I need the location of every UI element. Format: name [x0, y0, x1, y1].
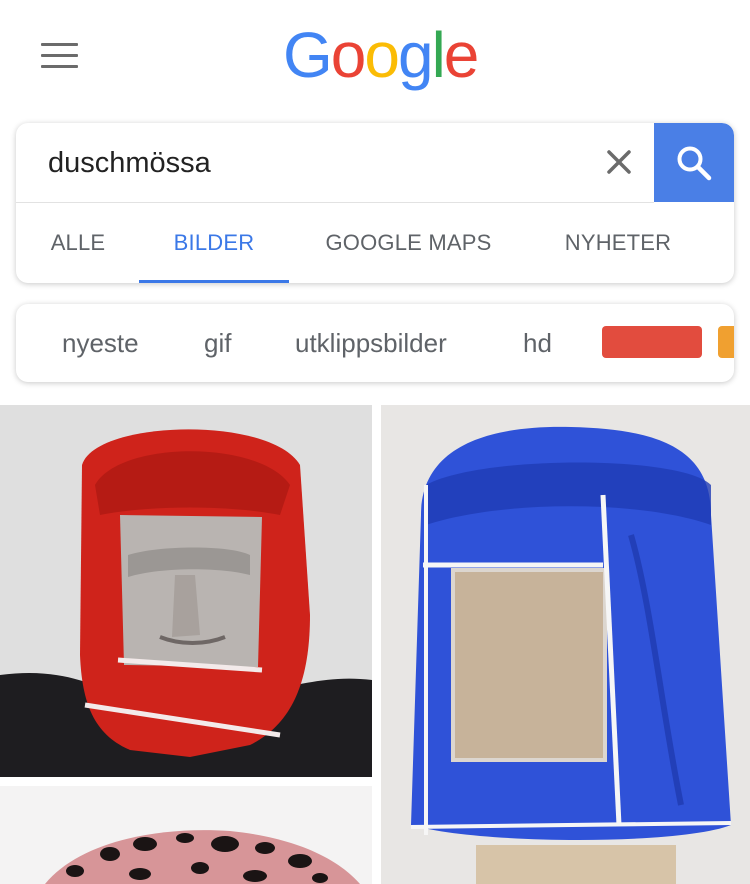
- active-tab-indicator: [139, 280, 289, 283]
- logo-letter: G: [283, 19, 333, 91]
- chip-gif[interactable]: gif: [204, 304, 231, 382]
- chip-utklippsbilder[interactable]: utklippsbilder: [295, 304, 447, 382]
- color-swatch-red[interactable]: [602, 326, 702, 358]
- tab-alle[interactable]: ALLE: [48, 203, 108, 283]
- search-card: ALLE BILDER GOOGLE MAPS NYHETER: [16, 123, 734, 283]
- logo-letter: o: [330, 19, 367, 91]
- menu-line: [41, 43, 78, 46]
- close-icon: [607, 150, 631, 174]
- menu-line: [41, 65, 78, 68]
- color-swatch-orange[interactable]: [718, 326, 734, 358]
- search-tabs: ALLE BILDER GOOGLE MAPS NYHETER: [16, 203, 734, 283]
- search-button[interactable]: [654, 123, 734, 202]
- pink-spotted-shower-cap-photo: [0, 786, 372, 884]
- menu-button[interactable]: [41, 41, 79, 69]
- search-icon: [677, 146, 712, 180]
- image-result[interactable]: [0, 786, 372, 884]
- chip-hd[interactable]: hd: [523, 304, 552, 382]
- tab-google-maps[interactable]: GOOGLE MAPS: [316, 203, 501, 283]
- logo-letter: g: [397, 19, 434, 91]
- menu-line: [41, 54, 78, 57]
- tab-nyheter[interactable]: NYHETER: [556, 203, 680, 283]
- image-result[interactable]: [381, 405, 750, 884]
- logo-letter: e: [443, 19, 480, 91]
- filter-chips: nyeste gif utklippsbilder hd: [16, 304, 734, 382]
- google-logo[interactable]: G o o g l e: [283, 19, 480, 91]
- logo-letter: l: [431, 19, 446, 91]
- image-result[interactable]: [0, 405, 372, 777]
- tab-bilder[interactable]: BILDER: [139, 203, 289, 283]
- logo-letter: o: [364, 19, 400, 91]
- blue-hood-cover-on-mannequin-photo: [381, 405, 750, 884]
- search-input[interactable]: [48, 141, 578, 185]
- chip-nyeste[interactable]: nyeste: [62, 304, 139, 382]
- red-hood-with-face-window-photo: [0, 405, 372, 777]
- clear-button[interactable]: [604, 147, 634, 177]
